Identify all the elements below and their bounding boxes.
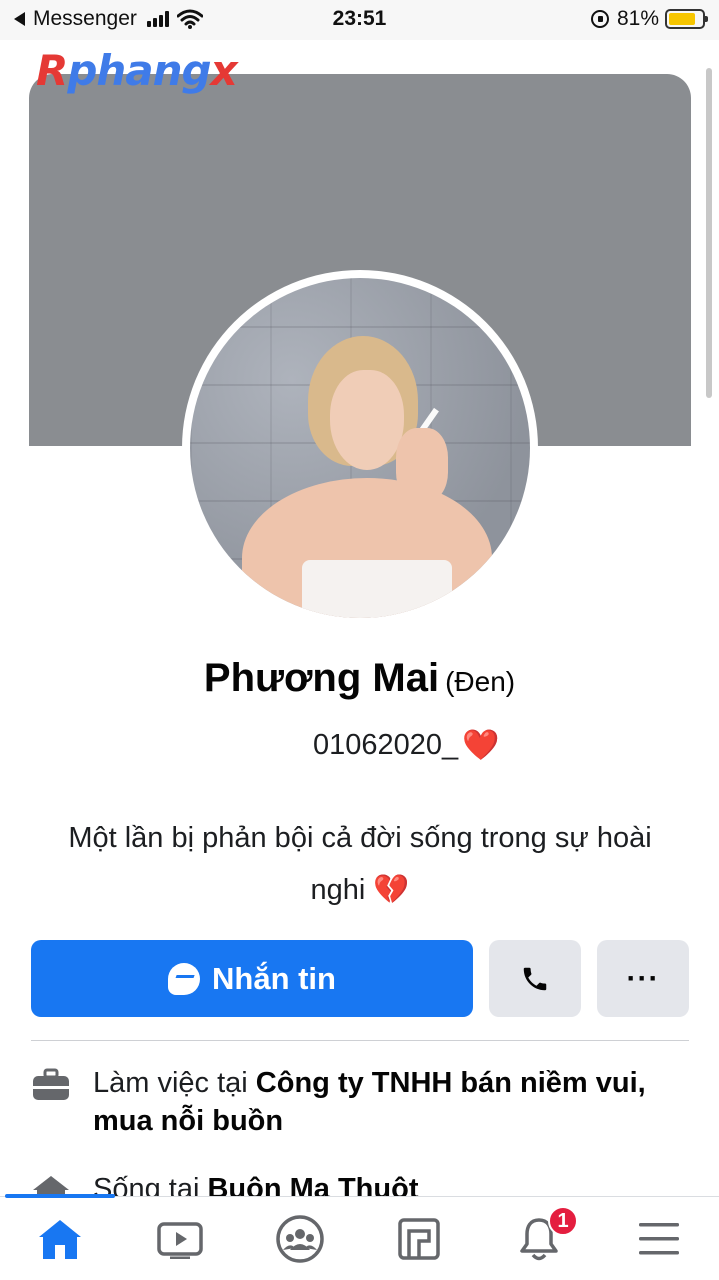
status-right: 81% xyxy=(590,7,708,31)
profile-alternate-name: (Đen) xyxy=(445,666,516,697)
intro-work: Làm việc tại Công ty TNHH bán niềm vui, … xyxy=(31,1064,681,1140)
home-icon xyxy=(38,1219,81,1259)
tab-groups[interactable] xyxy=(240,1197,360,1280)
broken-heart-emoji: 💔 xyxy=(373,874,410,906)
more-options-icon: ··· xyxy=(626,961,660,995)
avatar-photo xyxy=(190,278,530,618)
watermark-part-3: x xyxy=(210,46,238,95)
avatar-hand xyxy=(396,428,448,502)
watermark-part-1: R xyxy=(36,46,68,95)
battery-icon xyxy=(665,9,708,29)
more-options-button[interactable]: ··· xyxy=(597,940,689,1017)
tab-notifications[interactable] xyxy=(479,1197,599,1280)
profile-tagline: 01062020_ ❤️ xyxy=(313,728,500,763)
call-button[interactable] xyxy=(489,940,581,1017)
watermark-part-2: phang xyxy=(67,46,211,95)
rotation-lock-icon xyxy=(590,10,609,28)
avatar-garment xyxy=(302,560,452,618)
work-prefix: Làm việc tại xyxy=(93,1067,256,1099)
active-tab-indicator xyxy=(5,1194,115,1198)
tab-watch[interactable] xyxy=(120,1197,240,1280)
watermark-logo: Rphangx xyxy=(36,46,238,95)
menu-icon xyxy=(639,1222,680,1254)
watch-icon xyxy=(156,1221,203,1259)
battery-percentage: 81% xyxy=(616,7,659,30)
battery-fill xyxy=(669,13,695,25)
divider xyxy=(31,1040,689,1041)
message-button-label: Nhắn tin xyxy=(212,960,336,996)
bio-text: Một lần bị phản bội cả đời sống trong sự… xyxy=(68,822,652,906)
tab-pages[interactable] xyxy=(359,1197,479,1280)
red-heart-emoji: ❤️ xyxy=(462,729,500,762)
scrollbar[interactable] xyxy=(706,68,712,398)
avatar-face xyxy=(330,370,404,470)
messenger-icon xyxy=(168,962,200,995)
profile-avatar[interactable] xyxy=(182,270,538,626)
profile-name-main: Phương Mai xyxy=(203,656,440,700)
work-text: Làm việc tại Công ty TNHH bán niềm vui, … xyxy=(93,1064,681,1140)
tagline-text: 01062020_ xyxy=(313,729,459,761)
phone-icon xyxy=(523,967,547,990)
groups-icon xyxy=(275,1214,324,1263)
profile-bio: Một lần bị phản bội cả đời sống trong sự… xyxy=(50,812,670,916)
pages-icon xyxy=(398,1217,441,1260)
tab-home[interactable] xyxy=(0,1197,120,1280)
notification-badge: 1 xyxy=(548,1206,578,1236)
tab-menu[interactable] xyxy=(599,1197,719,1280)
briefcase-icon xyxy=(33,1068,69,1100)
message-button[interactable]: Nhắn tin xyxy=(31,940,473,1017)
bottom-tab-bar xyxy=(0,1196,719,1280)
status-bar: Messenger 23:51 81% xyxy=(0,0,719,40)
profile-name: Phương Mai (Đen) xyxy=(0,656,719,701)
